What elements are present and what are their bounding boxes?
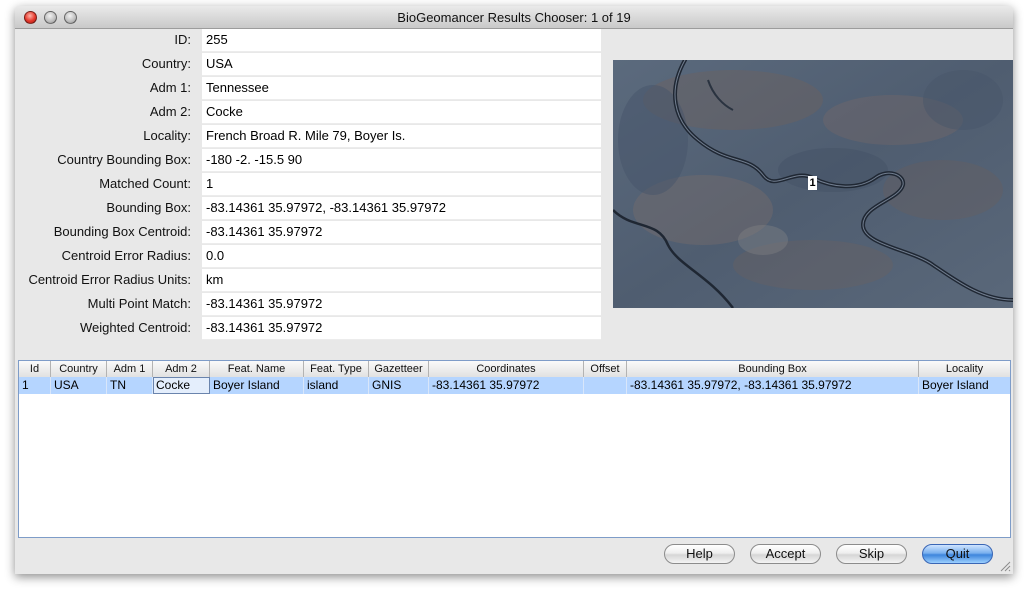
column-header-id[interactable]: Id xyxy=(19,361,51,377)
column-header-coordinates[interactable]: Coordinates xyxy=(429,361,584,377)
field-row-centroid-error-radius: Centroid Error Radius: 0.0 xyxy=(15,245,603,269)
field-row-adm1: Adm 1: Tennessee xyxy=(15,77,603,101)
cell-feat-name[interactable]: Boyer Island xyxy=(210,377,304,394)
cell-offset[interactable] xyxy=(584,377,627,394)
quit-button[interactable]: Quit xyxy=(922,544,993,564)
column-header-offset[interactable]: Offset xyxy=(584,361,627,377)
field-label: Country Bounding Box: xyxy=(57,152,191,167)
results-chooser-window: BioGeomancer Results Chooser: 1 of 19 ID… xyxy=(15,6,1013,574)
cell-id[interactable]: 1 xyxy=(19,377,51,394)
map-marker-1[interactable]: 1 xyxy=(808,176,817,190)
field-row-bounding-box-centroid: Bounding Box Centroid: -83.14361 35.9797… xyxy=(15,221,603,245)
cell-feat-type[interactable]: island xyxy=(304,377,369,394)
field-value-centroid-error-radius: 0.0 xyxy=(202,245,601,268)
field-row-bounding-box: Bounding Box: -83.14361 35.97972, -83.14… xyxy=(15,197,603,221)
field-row-centroid-error-radius-units: Centroid Error Radius Units: km xyxy=(15,269,603,293)
field-label: Centroid Error Radius Units: xyxy=(28,272,191,287)
field-value-multi-point-match: -83.14361 35.97972 xyxy=(202,293,601,316)
satellite-map[interactable]: 1 xyxy=(613,60,1013,308)
cell-bounding-box[interactable]: -83.14361 35.97972, -83.14361 35.97972 xyxy=(627,377,919,394)
field-value-country-bounding-box: -180 -2. -15.5 90 xyxy=(202,149,601,172)
field-value-adm2: Cocke xyxy=(202,101,601,124)
window-title: BioGeomancer Results Chooser: 1 of 19 xyxy=(397,10,631,25)
field-row-country: Country: USA xyxy=(15,53,603,77)
field-label: ID: xyxy=(174,32,191,47)
field-label: Weighted Centroid: xyxy=(79,320,191,335)
record-details-form: ID: 255 Country: USA Adm 1: Tennessee Ad… xyxy=(15,29,603,341)
resize-grip-icon[interactable] xyxy=(999,560,1011,572)
field-value-centroid-error-radius-units: km xyxy=(202,269,601,292)
field-row-id: ID: 255 xyxy=(15,29,603,53)
field-label: Centroid Error Radius: xyxy=(61,248,191,263)
cell-country[interactable]: USA xyxy=(51,377,107,394)
cell-adm1[interactable]: TN xyxy=(107,377,153,394)
skip-button[interactable]: Skip xyxy=(836,544,907,564)
accept-button[interactable]: Accept xyxy=(750,544,821,564)
column-header-feat-type[interactable]: Feat. Type xyxy=(304,361,369,377)
field-row-country-bounding-box: Country Bounding Box: -180 -2. -15.5 90 xyxy=(15,149,603,173)
field-label: Matched Count: xyxy=(99,176,191,191)
field-value-adm1: Tennessee xyxy=(202,77,601,100)
help-button[interactable]: Help xyxy=(664,544,735,564)
cell-locality[interactable]: Boyer Island xyxy=(919,377,1010,394)
column-header-locality[interactable]: Locality xyxy=(919,361,1010,377)
cell-gazetteer[interactable]: GNIS xyxy=(369,377,429,394)
field-value-weighted-centroid: -83.14361 35.97972 xyxy=(202,317,601,340)
field-value-bounding-box: -83.14361 35.97972, -83.14361 35.97972 xyxy=(202,197,601,220)
table-row[interactable]: 1 USA TN Cocke Boyer Island island GNIS … xyxy=(19,377,1010,394)
table-header: Id Country Adm 1 Adm 2 Feat. Name Feat. … xyxy=(19,361,1010,378)
cell-coordinates[interactable]: -83.14361 35.97972 xyxy=(429,377,584,394)
field-value-matched-count: 1 xyxy=(202,173,601,196)
field-label: Bounding Box: xyxy=(106,200,191,215)
field-row-multi-point-match: Multi Point Match: -83.14361 35.97972 xyxy=(15,293,603,317)
field-row-locality: Locality: French Broad R. Mile 79, Boyer… xyxy=(15,125,603,149)
field-value-bounding-box-centroid: -83.14361 35.97972 xyxy=(202,221,601,244)
field-label: Adm 1: xyxy=(149,80,191,95)
column-header-country[interactable]: Country xyxy=(51,361,107,377)
field-value-id: 255 xyxy=(202,29,601,52)
field-label: Locality: xyxy=(143,128,191,143)
field-row-weighted-centroid: Weighted Centroid: -83.14361 35.97972 xyxy=(15,317,603,341)
column-header-gazetteer[interactable]: Gazetteer xyxy=(369,361,429,377)
column-header-adm1[interactable]: Adm 1 xyxy=(107,361,153,377)
field-label: Multi Point Match: xyxy=(87,296,191,311)
field-row-matched-count: Matched Count: 1 xyxy=(15,173,603,197)
field-label: Adm 2: xyxy=(149,104,191,119)
map-marker-label: 1 xyxy=(809,177,816,189)
title-bar[interactable]: BioGeomancer Results Chooser: 1 of 19 xyxy=(15,6,1013,29)
field-value-locality: French Broad R. Mile 79, Boyer Is. xyxy=(202,125,601,148)
cell-adm2[interactable]: Cocke xyxy=(153,377,210,394)
column-header-feat-name[interactable]: Feat. Name xyxy=(210,361,304,377)
field-row-adm2: Adm 2: Cocke xyxy=(15,101,603,125)
column-header-bounding-box[interactable]: Bounding Box xyxy=(627,361,919,377)
field-label: Country: xyxy=(141,56,191,71)
results-table[interactable]: Id Country Adm 1 Adm 2 Feat. Name Feat. … xyxy=(18,360,1011,538)
field-label: Bounding Box Centroid: xyxy=(53,224,191,239)
column-header-adm2[interactable]: Adm 2 xyxy=(153,361,210,377)
field-value-country: USA xyxy=(202,53,601,76)
